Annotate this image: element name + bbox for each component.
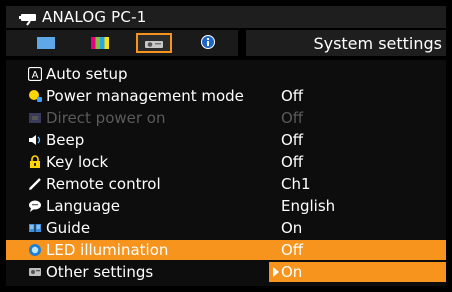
tab-information[interactable] [190, 33, 226, 53]
tab-input-settings[interactable] [28, 33, 64, 53]
other-settings-icon [28, 265, 42, 279]
section-title: System settings [246, 30, 446, 56]
menu-item-auto-setup[interactable]: A Auto setup [6, 64, 446, 84]
tab-image-adjustment[interactable] [82, 33, 118, 53]
menu-item-led-illumination[interactable]: LED illumination Off [6, 240, 446, 260]
power-socket-icon [28, 111, 42, 125]
menu-item-beep[interactable]: Beep Off [6, 130, 446, 150]
book-icon [28, 221, 42, 235]
menu-item-label: Power management mode [46, 87, 244, 105]
menu-item-label: Other settings [46, 263, 154, 281]
menu-item-value: On [281, 219, 303, 237]
led-icon [28, 243, 42, 257]
triangle-right-icon [273, 267, 279, 277]
menu-item-value [269, 64, 446, 84]
menu-item-value: Off [281, 87, 304, 105]
tabs-strip [6, 30, 238, 56]
tab-bar: System settings [6, 30, 446, 56]
svg-text:A: A [32, 70, 39, 81]
menu-item-label: LED illumination [46, 241, 169, 259]
menu-item-value: On [281, 263, 303, 281]
menu-item-value: Off [269, 240, 446, 260]
settings-menu: A Auto setup Power management mode Off D… [6, 60, 446, 286]
remote-pen-icon [28, 177, 42, 191]
menu-item-label: Beep [46, 131, 85, 149]
menu-item-value: Off [281, 131, 304, 149]
menu-item-label: Direct power on [46, 109, 166, 127]
menu-item-label: Guide [46, 219, 91, 237]
tab-system-settings[interactable] [136, 33, 172, 53]
menu-item-key-lock[interactable]: Key lock Off [6, 152, 446, 172]
projector-input-icon [18, 8, 40, 26]
menu-item-value-selector[interactable]: On [269, 262, 446, 282]
info-icon [201, 34, 215, 53]
menu-item-label: Language [46, 197, 121, 215]
menu-item-remote-control[interactable]: Remote control Ch1 [6, 174, 446, 194]
menu-item-value: English [281, 197, 336, 215]
menu-item-label: Auto setup [46, 65, 128, 83]
speech-bubble-icon [28, 199, 42, 213]
menu-item-direct-power-on: Direct power on Off [6, 108, 446, 128]
menu-item-value: Off [281, 153, 304, 171]
projector-icon [145, 34, 163, 53]
projector-osd-menu: ANALOG PC-1 System settings A Auto setup… [0, 0, 452, 292]
menu-item-power-management-mode[interactable]: Power management mode Off [6, 86, 446, 106]
menu-item-other-settings[interactable]: Other settings On [6, 262, 446, 282]
menu-item-value: Off [281, 109, 304, 127]
color-bars-icon [91, 34, 109, 53]
auto-setup-icon: A [28, 67, 42, 81]
menu-item-label: Remote control [46, 175, 161, 193]
menu-item-language[interactable]: Language English [6, 196, 446, 216]
menu-item-label: Key lock [46, 153, 109, 171]
source-name: ANALOG PC-1 [42, 8, 147, 26]
screen-icon [37, 34, 55, 53]
lock-icon [28, 155, 42, 169]
speaker-icon [28, 133, 42, 147]
menu-item-guide[interactable]: Guide On [6, 218, 446, 238]
power-bulb-icon [28, 89, 42, 103]
menu-item-value: Ch1 [281, 175, 311, 193]
source-title-bar: ANALOG PC-1 [6, 6, 446, 28]
